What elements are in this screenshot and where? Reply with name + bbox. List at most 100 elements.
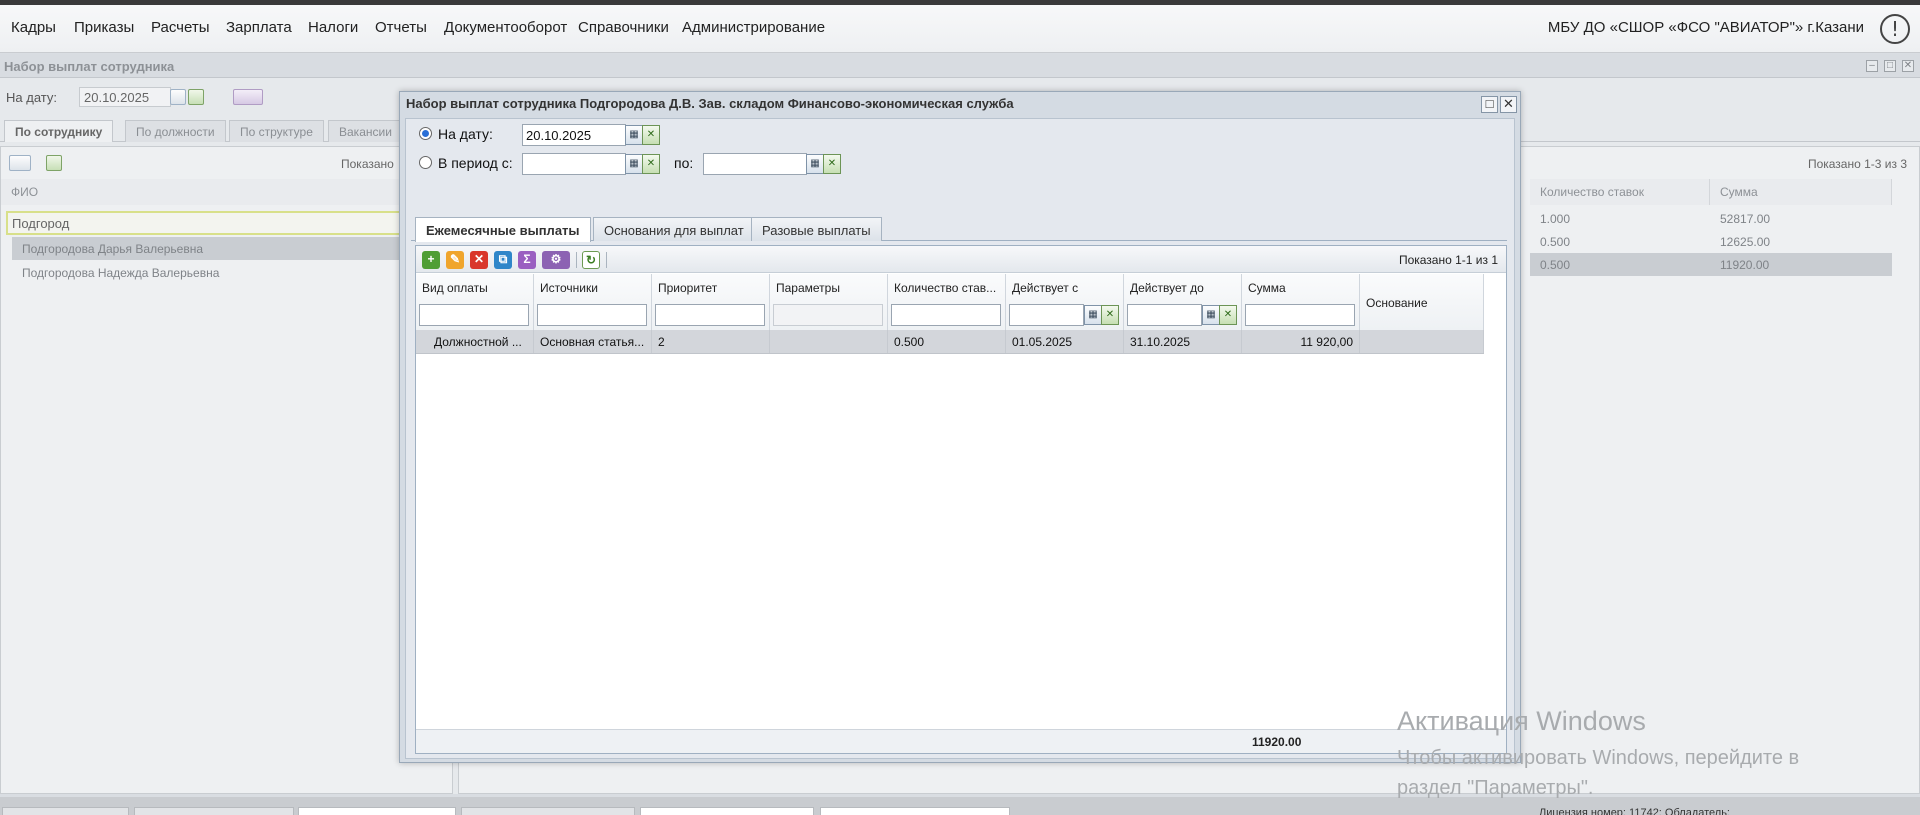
period-to-input[interactable] xyxy=(703,153,807,175)
bg-tab-po-sotrudniku[interactable]: По сотруднику xyxy=(4,120,114,142)
radio-on-date[interactable] xyxy=(419,127,432,140)
filter-deystvuet-do[interactable] xyxy=(1127,304,1202,326)
clear-date-icon[interactable]: ✕ xyxy=(1101,305,1119,325)
col-prioritet[interactable]: Приоритет xyxy=(652,274,770,330)
cell-deystvuet-s: 01.05.2025 xyxy=(1006,330,1124,353)
col-header-label: Количество став... xyxy=(894,281,997,295)
menu-nalogi[interactable]: Налоги xyxy=(308,19,358,36)
radio-period[interactable] xyxy=(419,156,432,169)
restore-icon[interactable]: □ xyxy=(1884,60,1896,72)
fio-header[interactable]: ФИО xyxy=(1,179,452,205)
background-window-titlebar: Набор выплат сотрудника – □ ✕ xyxy=(0,54,1920,78)
col-header-label: Вид оплаты xyxy=(422,281,488,295)
copy-icon[interactable]: ⧉ xyxy=(494,251,512,269)
fio-filter-input[interactable]: Подгород xyxy=(6,211,406,235)
menu-dokumentooborot[interactable]: Документооборот xyxy=(444,19,567,36)
close-dialog-icon[interactable]: ✕ xyxy=(1500,96,1517,113)
menu-zarplata[interactable]: Зарплата xyxy=(226,19,292,36)
task-tab[interactable] xyxy=(640,807,814,815)
menu-kadry[interactable]: Кадры xyxy=(11,19,56,36)
bg-cell-stavki: 1.000 xyxy=(1540,212,1571,226)
menu-administrirovanie[interactable]: Администрирование xyxy=(682,19,825,36)
bg-tab-vakansii[interactable]: Вакансии xyxy=(328,120,403,142)
bg-col-summa[interactable]: Сумма xyxy=(1710,179,1892,205)
menu-raschety[interactable]: Расчеты xyxy=(151,19,210,36)
tab-one-time-payments[interactable]: Разовые выплаты xyxy=(751,217,882,241)
task-tab[interactable] xyxy=(820,807,1010,815)
bg-cell-summa: 11920.00 xyxy=(1710,253,1892,276)
refresh-icon[interactable] xyxy=(46,155,62,171)
add-icon[interactable]: + xyxy=(422,251,440,269)
minimize-icon[interactable]: – xyxy=(1866,60,1878,72)
clear-date-icon[interactable]: ✕ xyxy=(823,154,841,174)
filter-vid-oplaty[interactable] xyxy=(419,304,529,326)
close-icon[interactable]: ✕ xyxy=(1902,60,1914,72)
table-row[interactable]: Должностной ... Основная статья... 2 0.5… xyxy=(416,330,1484,354)
col-osnovanie[interactable]: Основание xyxy=(1360,274,1484,330)
menu-otchety[interactable]: Отчеты xyxy=(375,19,427,36)
col-istochniki[interactable]: Источники xyxy=(534,274,652,330)
settings-dropdown-icon[interactable]: ⚙ xyxy=(542,251,570,269)
col-deystvuet-s[interactable]: Действует с ▦ ✕ xyxy=(1006,274,1124,330)
delete-icon[interactable]: ✕ xyxy=(470,251,488,269)
clear-date-icon[interactable]: ✕ xyxy=(1219,305,1237,325)
total-sum: 11920.00 xyxy=(1252,735,1302,749)
filter-summa[interactable] xyxy=(1245,304,1355,326)
col-kolichestvo-stavok[interactable]: Количество став... xyxy=(888,274,1006,330)
bg-tab-po-strukture[interactable]: По структуре xyxy=(229,120,324,142)
col-deystvuet-do[interactable]: Действует до ▦ ✕ xyxy=(1124,274,1242,330)
clear-date-icon[interactable]: ✕ xyxy=(642,125,660,145)
col-summa[interactable]: Сумма xyxy=(1242,274,1360,330)
tab-monthly-payments[interactable]: Ежемесячные выплаты xyxy=(415,217,591,242)
edit-icon[interactable]: ✎ xyxy=(446,251,464,269)
sum-icon[interactable]: Σ xyxy=(518,251,536,269)
refresh-icon[interactable]: ↻ xyxy=(582,251,600,269)
filter-parametry xyxy=(773,304,883,326)
filter-kolichestvo-stavok[interactable] xyxy=(891,304,1001,326)
grid-toolbar: + ✎ ✕ ⧉ Σ ⚙ ↻ Показано 1-1 из 1 xyxy=(416,246,1506,273)
filter-deystvuet-s[interactable] xyxy=(1009,304,1084,326)
col-vid-oplaty[interactable]: Вид оплаты xyxy=(416,274,534,330)
col-header-label: Действует с xyxy=(1012,281,1079,295)
on-date-input[interactable] xyxy=(522,124,626,146)
employee-row[interactable]: Подгородова Дарья Валерьевна xyxy=(12,237,442,260)
alert-icon[interactable]: ! xyxy=(1880,14,1910,44)
clear-date-icon[interactable] xyxy=(188,89,204,105)
tab-payment-grounds[interactable]: Основания для выплат xyxy=(593,217,755,241)
toolbar-separator xyxy=(606,252,607,268)
calendar-icon[interactable]: ▦ xyxy=(625,154,643,174)
calendar-icon[interactable]: ▦ xyxy=(625,125,643,145)
clear-date-icon[interactable]: ✕ xyxy=(642,154,660,174)
toolbar-separator xyxy=(576,252,577,268)
menu-prikazy[interactable]: Приказы xyxy=(74,19,134,36)
col-header-label: Основание xyxy=(1366,296,1428,310)
employee-row[interactable]: Подгородова Надежда Валерьевна xyxy=(12,261,442,284)
calendar-icon[interactable] xyxy=(170,89,186,105)
bg-left-shown: Показано xyxy=(341,157,394,171)
bg-date-input[interactable]: 20.10.2025 xyxy=(79,87,171,107)
task-tab[interactable] xyxy=(134,807,294,815)
col-header-label: Сумма xyxy=(1248,281,1286,295)
period-from-input[interactable] xyxy=(522,153,626,175)
activation-watermark-text: Чтобы активировать Windows, перейдите в … xyxy=(1397,747,1800,799)
calendar-icon[interactable]: ▦ xyxy=(1084,305,1102,325)
col-header-label: Приоритет xyxy=(658,281,718,295)
calendar-icon[interactable]: ▦ xyxy=(806,154,824,174)
task-tab[interactable] xyxy=(461,807,635,815)
maximize-icon[interactable]: □ xyxy=(1481,96,1498,113)
bg-date-label: На дату: xyxy=(6,90,57,105)
bg-tab-po-dolzhnosti[interactable]: По должности xyxy=(125,120,226,142)
filter-istochniki[interactable] xyxy=(537,304,647,326)
cell-deystvuet-do: 31.10.2025 xyxy=(1124,330,1242,353)
print-icon[interactable] xyxy=(9,155,31,171)
main-menu-bar: Кадры Приказы Расчеты Зарплата Налоги От… xyxy=(0,5,1920,53)
bg-col-kolichestvo[interactable]: Количество ставок xyxy=(1530,179,1710,205)
settings-dropdown-icon[interactable] xyxy=(233,89,263,105)
task-tab[interactable] xyxy=(298,807,456,815)
menu-spravochniki[interactable]: Справочники xyxy=(578,19,669,36)
task-tab[interactable] xyxy=(2,807,129,815)
dialog-title: Набор выплат сотрудника Подгородова Д.В.… xyxy=(406,96,1014,111)
filter-prioritet[interactable] xyxy=(655,304,765,326)
col-parametry[interactable]: Параметры xyxy=(770,274,888,330)
calendar-icon[interactable]: ▦ xyxy=(1202,305,1220,325)
